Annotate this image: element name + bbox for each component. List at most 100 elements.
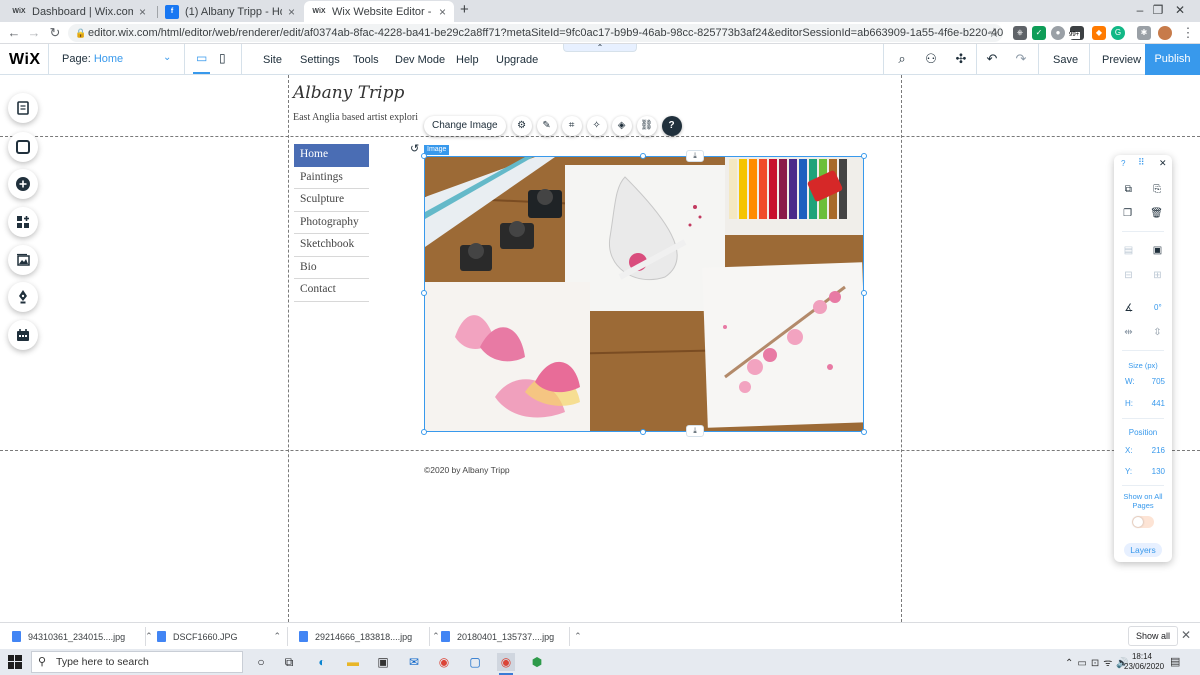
browser-menu-icon[interactable]: ⋮: [1180, 25, 1196, 41]
tab-facebook-albany[interactable]: f (1) Albany Tripp - Home ×: [157, 1, 303, 22]
preview-button[interactable]: Preview: [1102, 54, 1141, 66]
resize-handle[interactable]: [421, 429, 427, 435]
mobile-view-icon[interactable]: ▯: [219, 51, 226, 65]
show-all-downloads-button[interactable]: Show all: [1128, 626, 1179, 646]
bring-forward-icon[interactable]: ▣: [1153, 245, 1162, 256]
menu-settings[interactable]: Settings: [300, 54, 340, 66]
y-value[interactable]: 130: [1152, 467, 1165, 476]
rotate-icon[interactable]: ↺: [410, 142, 419, 155]
desktop-view-icon[interactable]: ▭: [192, 51, 211, 74]
github-extension-icon[interactable]: ●: [1051, 26, 1065, 40]
download-item[interactable]: 29214666_183818....jpg ⌃: [299, 627, 440, 646]
menu-upgrade[interactable]: Upgrade: [496, 54, 538, 66]
chevron-up-icon[interactable]: ⌃: [274, 631, 282, 642]
profile-avatar-icon[interactable]: [1158, 26, 1172, 40]
system-tray-icons[interactable]: ⌃▭⊡ᯤ🔊: [1065, 655, 1133, 669]
help-icon[interactable]: ?: [661, 116, 682, 136]
close-icon[interactable]: ×: [139, 5, 146, 19]
site-menu-item-paintings[interactable]: Paintings: [294, 167, 369, 189]
taskbar-search-input[interactable]: ⚲ Type here to search: [31, 651, 243, 673]
connect-icon[interactable]: ⚇: [923, 51, 939, 67]
window-close-button[interactable]: ✕: [1160, 0, 1200, 22]
stretch-down-icon[interactable]: ⤓: [686, 150, 704, 162]
bookmark-star-icon[interactable]: ☆: [986, 25, 1002, 41]
file-explorer-icon[interactable]: ▬: [344, 653, 362, 671]
help-icon[interactable]: ?: [1121, 159, 1125, 168]
flip-vertical-icon[interactable]: ⇳: [1153, 327, 1161, 338]
resize-handle[interactable]: [861, 290, 867, 296]
close-icon[interactable]: ×: [439, 5, 446, 19]
height-field[interactable]: H: 441: [1125, 399, 1165, 408]
drag-handle-icon[interactable]: ⠿: [1138, 157, 1145, 168]
chevron-up-icon[interactable]: ⌃: [145, 631, 153, 642]
address-bar[interactable]: 🔒 editor.wix.com/html/editor/web/rendere…: [68, 24, 1003, 42]
store-icon[interactable]: ▣: [374, 653, 392, 671]
resize-handle[interactable]: [861, 429, 867, 435]
y-position-field[interactable]: Y: 130: [1125, 467, 1165, 476]
back-arrow-icon[interactable]: ←: [6, 25, 22, 41]
link-icon[interactable]: ⛓: [636, 116, 657, 136]
x-position-field[interactable]: X: 216: [1125, 446, 1165, 455]
site-tagline[interactable]: East Anglia based artist explori: [293, 112, 433, 123]
media-button[interactable]: [8, 245, 38, 275]
download-item[interactable]: DSCF1660.JPG ⌃: [157, 627, 281, 646]
undo-icon[interactable]: ↶: [984, 51, 1000, 67]
change-image-button[interactable]: Change Image: [424, 116, 506, 136]
new-tab-button[interactable]: +: [460, 1, 469, 18]
menu-help[interactable]: Help: [456, 54, 479, 66]
checkmark-extension-icon[interactable]: ✓: [1032, 26, 1046, 40]
width-value[interactable]: 705: [1152, 377, 1165, 386]
height-value[interactable]: 441: [1152, 399, 1165, 408]
site-menu-item-contact[interactable]: Contact: [294, 279, 369, 302]
task-view-icon[interactable]: ⧉: [280, 653, 298, 671]
extensions-puzzle-icon[interactable]: ✱: [1137, 26, 1151, 40]
resize-handle[interactable]: [640, 153, 646, 159]
width-field[interactable]: W: 705: [1125, 377, 1165, 386]
layers-button[interactable]: Layers: [1124, 543, 1162, 557]
send-backward-icon[interactable]: ▤: [1124, 245, 1133, 256]
distribute-icon[interactable]: ⊞: [1153, 270, 1161, 281]
resize-handle[interactable]: [861, 153, 867, 159]
show-on-all-pages-toggle[interactable]: [1132, 516, 1154, 528]
taskbar-clock[interactable]: 18:14 23/06/2020: [1124, 652, 1164, 672]
edge-browser-icon[interactable]: ◐: [313, 653, 331, 671]
enhance-wand-icon[interactable]: ✧: [586, 116, 607, 136]
close-icon[interactable]: ✕: [1181, 628, 1191, 642]
site-navigation-menu[interactable]: Home Paintings Sculpture Photography Ske…: [294, 144, 369, 302]
redo-icon[interactable]: ↷: [1013, 51, 1029, 67]
page-selector[interactable]: Page: Home: [62, 53, 123, 65]
tab-wix-editor[interactable]: WiX Wix Website Editor - albanytripp ×: [304, 1, 454, 22]
site-menu-item-sketchbook[interactable]: Sketchbook: [294, 234, 369, 257]
menus-pages-button[interactable]: [8, 93, 38, 123]
collapse-topbar-chevron-up-icon[interactable]: ⌃: [563, 44, 637, 52]
reload-icon[interactable]: ↻: [47, 25, 63, 41]
menu-site[interactable]: Site: [263, 54, 282, 66]
trash-icon[interactable]: 🗑: [1150, 208, 1163, 219]
blog-button[interactable]: [8, 282, 38, 312]
chevron-up-icon[interactable]: ⌃: [432, 631, 440, 642]
search-icon[interactable]: ⌕: [894, 51, 910, 67]
site-menu-item-bio[interactable]: Bio: [294, 257, 369, 279]
site-menu-item-photography[interactable]: Photography: [294, 212, 369, 234]
windows-start-icon[interactable]: [8, 655, 22, 669]
tab-wix-dashboard[interactable]: WiX Dashboard | Wix.com ×: [4, 1, 154, 22]
flip-horizontal-icon[interactable]: ⇹: [1124, 327, 1132, 338]
settings-gear-icon[interactable]: ⚙: [511, 116, 532, 136]
download-item[interactable]: 20180401_135737....jpg ⌃: [441, 627, 582, 646]
site-title[interactable]: Albany Tripp: [293, 83, 404, 103]
menu-dev-mode[interactable]: Dev Mode: [395, 54, 445, 66]
animation-icon[interactable]: ◈: [611, 116, 632, 136]
close-icon[interactable]: ×: [288, 5, 295, 19]
photos-icon[interactable]: ▢: [466, 653, 484, 671]
site-menu-item-sculpture[interactable]: Sculpture: [294, 189, 369, 212]
grammarly-extension-icon[interactable]: G: [1111, 26, 1125, 40]
menu-tools[interactable]: Tools: [353, 54, 379, 66]
align-center-icon[interactable]: ⊟: [1124, 270, 1132, 281]
chrome-active-icon[interactable]: ◉: [497, 653, 515, 675]
resize-handle[interactable]: [421, 290, 427, 296]
chevron-up-icon[interactable]: ⌃: [574, 631, 582, 642]
site-menu-item-home[interactable]: Home: [294, 144, 369, 167]
paste-icon[interactable]: ⎘: [1153, 184, 1161, 195]
mail-icon[interactable]: ✉: [405, 653, 423, 671]
action-center-icon[interactable]: ▤: [1170, 655, 1180, 668]
